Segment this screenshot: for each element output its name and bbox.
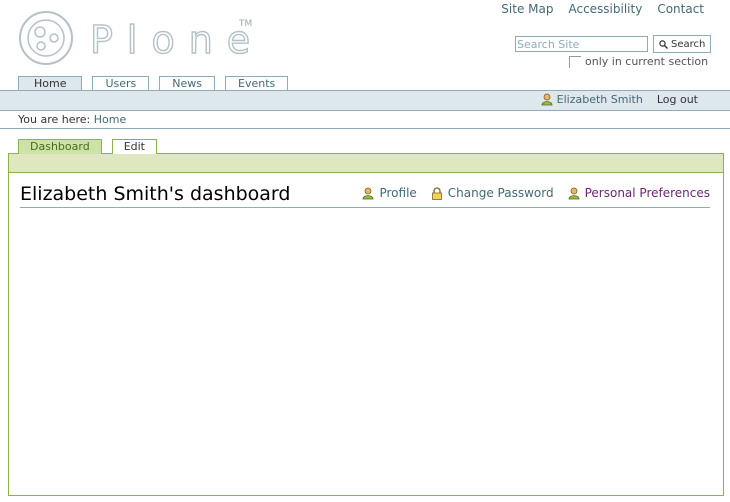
search-box: Search — [515, 35, 712, 53]
tab-events[interactable]: Events — [225, 76, 289, 90]
breadcrumb-prefix: You are here: — [18, 113, 91, 126]
search-button-label: Search — [671, 38, 706, 50]
breadcrumb-divider — [0, 128, 730, 129]
content-tabs: Dashboard Edit — [18, 139, 157, 154]
change-password-label: Change Password — [447, 186, 554, 200]
lock-icon — [431, 186, 442, 200]
user-link[interactable]: Elizabeth Smith — [541, 93, 643, 106]
search-input[interactable] — [515, 36, 648, 52]
only-current-checkbox[interactable] — [569, 55, 581, 68]
site-actions: Site Map Accessibility Contact — [501, 2, 704, 16]
title-underline — [20, 207, 710, 208]
contact-link[interactable]: Contact — [657, 2, 704, 16]
logo-trademark: TM — [239, 19, 253, 29]
change-password-link[interactable]: Change Password — [431, 186, 554, 200]
personal-preferences-label: Personal Preferences — [584, 186, 710, 200]
search-button[interactable]: Search — [653, 35, 712, 53]
logout-link[interactable]: Log out — [657, 93, 698, 106]
tab-home[interactable]: Home — [18, 76, 83, 90]
tab-dashboard[interactable]: Dashboard — [18, 139, 102, 154]
tab-users[interactable]: Users — [92, 76, 150, 90]
user-icon — [541, 93, 553, 106]
plone-logo[interactable]: Plone TM — [18, 10, 258, 68]
only-current-label: only in current section — [585, 55, 709, 68]
tab-news[interactable]: News — [159, 76, 216, 90]
page-title: Elizabeth Smith's dashboard — [20, 183, 291, 205]
personal-preferences-link[interactable]: Personal Preferences — [568, 186, 710, 200]
breadcrumb-home-link[interactable]: Home — [94, 113, 126, 126]
portal-tabs: Home Users News Events — [18, 76, 289, 90]
tab-edit[interactable]: Edit — [111, 139, 157, 154]
breadcrumb: You are here: Home — [18, 113, 126, 126]
personal-bar: Elizabeth Smith Log out — [0, 90, 730, 111]
accessibility-link[interactable]: Accessibility — [568, 2, 642, 16]
personal-bar-items: Elizabeth Smith Log out — [541, 93, 698, 106]
user-name: Elizabeth Smith — [556, 93, 643, 106]
content-header-band — [9, 154, 723, 173]
profile-label: Profile — [379, 186, 417, 200]
magnifier-icon — [659, 39, 668, 49]
plone-logo-icon — [19, 11, 73, 65]
site-map-link[interactable]: Site Map — [501, 2, 553, 16]
user-icon — [568, 187, 579, 199]
user-icon — [363, 187, 374, 199]
only-current-section: only in current section — [569, 55, 708, 68]
profile-link[interactable]: Profile — [362, 186, 417, 200]
dashboard-actions: Profile Change Password Personal Prefere… — [362, 186, 710, 200]
